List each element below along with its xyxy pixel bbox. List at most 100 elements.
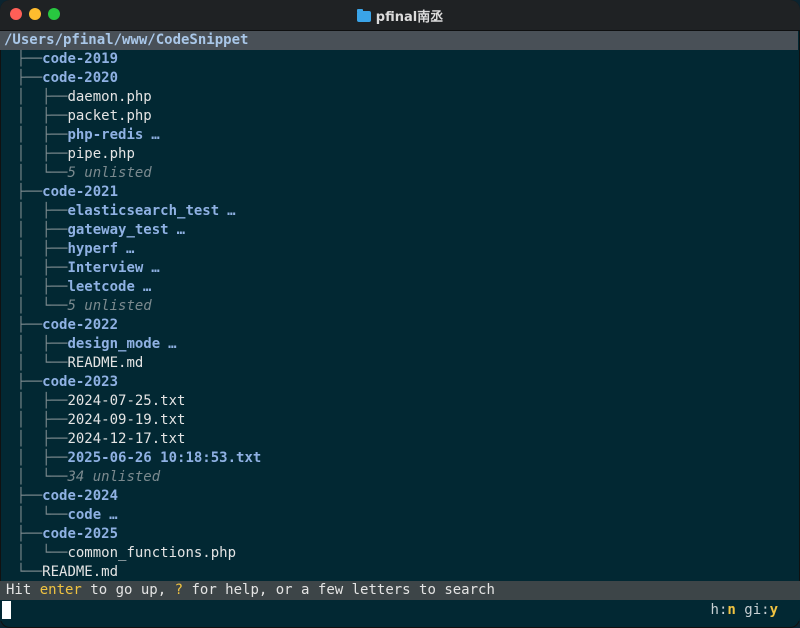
status-help-key: ? — [174, 582, 184, 598]
tree-dir-row[interactable]: ├──code-2020 — [0, 69, 800, 88]
tree-entry-name: 5 unlisted — [67, 165, 152, 181]
tree-dir-row[interactable]: ├──code-2025 — [0, 525, 800, 544]
tree-guide: ├── — [0, 51, 43, 67]
collapsed-ellipsis: … — [151, 260, 160, 276]
tree-entry-name: code-2021 — [42, 184, 119, 200]
tree-entry-name: code-2024 — [42, 488, 119, 504]
status-line: Hit enter to go up, ? for help, or a few… — [0, 581, 800, 600]
tree-entry-name: 2024-07-25.txt — [67, 393, 186, 409]
tree-guide: │ ├── — [0, 336, 68, 352]
tree-file-row[interactable]: │ └──common_functions.php — [0, 544, 800, 563]
tree-entry-name: gateway_test — [67, 222, 169, 238]
tree-dir-row[interactable]: ├──code-2022 — [0, 316, 800, 335]
tree-dir-row[interactable]: │ ├──elasticsearch_test … — [0, 202, 800, 221]
collapsed-ellipsis: … — [176, 222, 186, 238]
tree-entry-name: 2024-09-19.txt — [67, 412, 186, 428]
tree-entry-name: README.md — [67, 355, 144, 371]
tree-guide: │ ├── — [0, 108, 68, 124]
tree-guide: │ ├── — [0, 260, 68, 276]
current-path[interactable]: /Users/pfinal/www/CodeSnippet — [0, 31, 798, 50]
tree-dir-row[interactable]: │ ├──design_mode … — [0, 335, 800, 354]
tree-dir-row[interactable]: ├──code-2021 — [0, 183, 800, 202]
tree-file-row[interactable]: │ ├──packet.php — [0, 107, 800, 126]
tree-entry-name: README.md — [42, 564, 119, 580]
tree-guide: │ ├── — [0, 431, 68, 447]
window-title-text: pfinal南丞 — [375, 10, 444, 25]
title-bar: pfinal南丞 — [0, 0, 800, 31]
collapsed-ellipsis: … — [126, 241, 135, 257]
tree-guide: │ ├── — [0, 241, 68, 257]
tree-dir-row[interactable]: ├──code-2019 — [0, 50, 800, 69]
tree-guide: │ ├── — [0, 393, 68, 409]
flag-h-label: h: — [710, 602, 728, 618]
tree-entry-name: code-2019 — [42, 51, 119, 67]
tree-guide: │ └── — [0, 165, 68, 181]
tree-entry-name: packet.php — [67, 108, 152, 124]
tree-guide: ├── — [0, 374, 43, 390]
tree-dir-row[interactable]: ├──code-2023 — [0, 373, 800, 392]
input-line[interactable]: h:n gi:y — [0, 600, 800, 621]
terminal-window: pfinal南丞 /Users/pfinal/www/CodeSnippet ├… — [0, 0, 800, 628]
tree-file-row[interactable]: │ ├──daemon.php — [0, 88, 800, 107]
text-cursor — [2, 601, 11, 619]
window-title: pfinal南丞 — [0, 6, 800, 25]
folder-icon — [356, 9, 371, 22]
flags-indicator: h:n gi:y — [711, 600, 778, 621]
tree-guide: ├── — [0, 184, 43, 200]
tree-guide: │ └── — [0, 545, 68, 561]
tree-dir-row[interactable]: │ └──code… — [0, 506, 800, 525]
tree-guide: │ ├── — [0, 203, 68, 219]
status-hit: Hit — [6, 582, 40, 598]
tree-entry-name: code-2020 — [42, 70, 119, 86]
flag-gi-label: gi: — [744, 602, 770, 618]
tree-entry-name: code — [67, 507, 102, 523]
broot-content: /Users/pfinal/www/CodeSnippet ├──code-20… — [0, 31, 800, 628]
tree-dir-row[interactable]: │ ├──2025-06-26 10:18:53.txt — [0, 449, 800, 468]
tree-guide: │ ├── — [0, 279, 68, 295]
tree-unlisted-row[interactable]: │ └──5 unlisted — [0, 297, 800, 316]
status-rest: for help, or a few letters to search — [183, 582, 495, 598]
collapsed-ellipsis: … — [227, 203, 236, 219]
tree-dir-row[interactable]: │ ├──gateway_test… — [0, 221, 800, 240]
tree-file-row[interactable]: │ ├──pipe.php — [0, 145, 800, 164]
tree-entry-name: 5 unlisted — [67, 298, 152, 314]
tree-entry-name: design_mode — [67, 336, 161, 352]
tree-entry-name: 34 unlisted — [67, 469, 161, 485]
tree-guide: ├── — [0, 317, 43, 333]
tree-entry-name: code-2025 — [42, 526, 119, 542]
tree-guide: ├── — [0, 70, 43, 86]
tree-entry-name: leetcode — [67, 279, 135, 295]
tree-entry-name: daemon.php — [67, 89, 152, 105]
status-enter-key: enter — [39, 582, 82, 598]
tree-entry-name: hyperf — [67, 241, 119, 257]
tree-file-row[interactable]: │ ├──2024-07-25.txt — [0, 392, 800, 411]
tree-file-row[interactable]: │ ├──2024-09-19.txt — [0, 411, 800, 430]
tree-unlisted-row[interactable]: │ └──5 unlisted — [0, 164, 800, 183]
flag-h-value: n — [727, 602, 736, 618]
tree-file-row[interactable]: │ └──README.md — [0, 354, 800, 373]
tree-entry-name: php-redis — [67, 127, 144, 143]
tree-entry-name: common_functions.php — [67, 545, 237, 561]
collapsed-ellipsis: … — [109, 507, 118, 523]
tree-dir-row[interactable]: │ ├──leetcode … — [0, 278, 800, 297]
collapsed-ellipsis: … — [142, 279, 152, 295]
tree-guide: │ ├── — [0, 450, 68, 466]
tree-unlisted-row[interactable]: │ └──34 unlisted — [0, 468, 800, 487]
tree-file-row[interactable]: │ ├──2024-12-17.txt — [0, 430, 800, 449]
tree-entry-name: code-2022 — [42, 317, 119, 333]
tree-dir-row[interactable]: │ ├──hyperf … — [0, 240, 800, 259]
tree-dir-row[interactable]: │ ├──Interview… — [0, 259, 800, 278]
tree-guide: │ └── — [0, 355, 68, 371]
tree-entry-name: 2025-06-26 10:18:53.txt — [67, 450, 262, 466]
tree-guide: ├── — [0, 488, 43, 504]
tree-dir-row[interactable]: │ ├──php-redis… — [0, 126, 800, 145]
tree-guide: │ └── — [0, 298, 68, 314]
tree-entry-name: pipe.php — [67, 146, 135, 162]
collapsed-ellipsis: … — [168, 336, 177, 352]
tree-guide: │ ├── — [0, 89, 68, 105]
tree-dir-row[interactable]: ├──code-2024 — [0, 487, 800, 506]
tree-file-row[interactable]: └──README.md — [0, 563, 800, 582]
tree-guide: │ ├── — [0, 412, 68, 428]
tree-entry-name: elasticsearch_test — [67, 203, 220, 219]
tree-guide: └── — [0, 564, 43, 580]
